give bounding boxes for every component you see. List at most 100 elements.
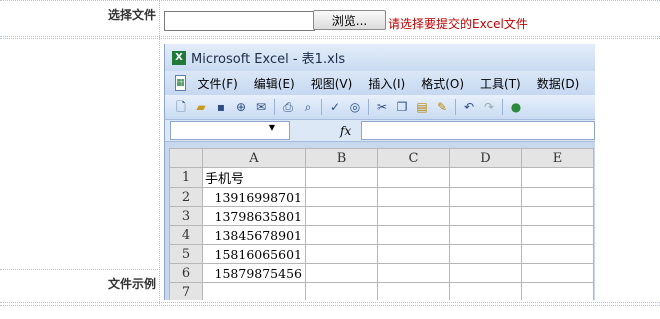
cell — [305, 244, 378, 264]
excel-app-icon: X — [172, 50, 186, 65]
table-row: 3 13798635801 — [169, 206, 594, 226]
top-divider — [0, 0, 660, 1]
cell — [305, 187, 378, 207]
cell — [377, 187, 450, 207]
cell — [521, 206, 594, 226]
cell — [449, 225, 522, 245]
example-label: 文件示例 — [107, 277, 156, 291]
row-header: 2 — [169, 187, 203, 207]
menu-window: 窗 — [587, 75, 595, 92]
toolbar-separator — [321, 99, 322, 115]
bottom-divider-2 — [0, 305, 660, 306]
column-header-a: A — [202, 148, 306, 168]
bottom-divider — [0, 302, 660, 303]
research-icon: ◎ — [349, 100, 361, 114]
cell-a4: 13845678901 — [202, 225, 306, 245]
excel-window-title: Microsoft Excel - 表1.xls — [191, 52, 346, 67]
toolbar-separator — [502, 99, 503, 115]
cell — [521, 263, 594, 283]
spelling-icon: ✓ — [329, 100, 341, 114]
email-icon: ✉ — [255, 100, 267, 114]
cell — [377, 167, 450, 188]
workbook-icon: ▦ — [175, 75, 186, 91]
copy-icon: ❐ — [396, 100, 408, 114]
cell — [377, 206, 450, 226]
toolbar-separator — [455, 99, 456, 115]
redo-icon: ↷ — [483, 100, 495, 114]
row-divider-2 — [0, 38, 660, 39]
toolbar-separator — [274, 99, 275, 115]
row-header: 4 — [169, 225, 203, 245]
column-header-d: D — [449, 148, 522, 168]
cell — [305, 263, 378, 283]
cell — [449, 282, 522, 300]
cell — [377, 244, 450, 264]
file-path-input[interactable] — [164, 11, 315, 31]
file-label: 选择文件 — [107, 8, 156, 22]
formula-input — [361, 121, 595, 140]
menu-file: 文件(F) — [197, 76, 238, 91]
save-icon: ▪ — [216, 100, 226, 114]
toolbar-separator — [368, 99, 369, 115]
print-icon: ⎙ — [283, 100, 293, 114]
excel-formula-bar: ▼ fx — [165, 119, 595, 142]
cell — [305, 282, 378, 300]
cell-a1: 手机号 — [202, 167, 306, 188]
cell — [377, 263, 450, 283]
fx-icon: fx — [340, 123, 352, 138]
cell — [449, 187, 522, 207]
cell-a6: 15879875456 — [202, 263, 306, 283]
hyperlink-icon: ● — [510, 100, 522, 114]
row-header: 1 — [169, 167, 203, 188]
print-preview-icon: ⌕ — [304, 100, 312, 114]
column-header-row: A B C D E — [169, 148, 594, 168]
table-row: 6 15879875456 — [169, 263, 594, 283]
spreadsheet-grid: A B C D E 1 手机号 2 13916998701 3 13798635… — [169, 148, 594, 300]
cell-a3: 13798635801 — [202, 206, 306, 226]
cell-a5: 15816065601 — [202, 244, 306, 264]
cell — [305, 225, 378, 245]
new-file-icon: 🗋 — [176, 100, 186, 114]
row-header: 7 — [169, 282, 203, 300]
excel-toolbar: 🗋 ▰ ▪ ⊕ ✉ ⎙ ⌕ ✓ ◎ ✂ ❐ ▤ ✎ ↶ ↷ ● — [165, 95, 595, 119]
cell — [521, 187, 594, 207]
paste-icon: ▤ — [416, 100, 428, 114]
undo-icon: ↶ — [463, 100, 475, 114]
column-divider — [159, 0, 160, 304]
menu-data: 数据(D) — [536, 76, 580, 91]
permission-icon: ⊕ — [235, 100, 247, 114]
cell — [521, 244, 594, 264]
row-header: 5 — [169, 244, 203, 264]
cell — [449, 167, 522, 188]
row-divider — [0, 36, 660, 37]
table-row: 5 15816065601 — [169, 244, 594, 264]
cell — [305, 167, 378, 188]
format-painter-icon: ✎ — [436, 100, 448, 114]
row-header: 3 — [169, 206, 203, 226]
table-row: 7 — [169, 282, 594, 300]
menu-tools: 工具(T) — [480, 76, 521, 91]
excel-titlebar: X Microsoft Excel - 表1.xls — [165, 44, 595, 71]
cell — [449, 263, 522, 283]
browse-button[interactable]: 浏览... — [313, 10, 386, 30]
column-header-b: B — [305, 148, 378, 168]
cell-a2: 13916998701 — [202, 187, 306, 207]
chevron-down-icon: ▼ — [268, 123, 275, 132]
table-row: 1 手机号 — [169, 167, 594, 188]
column-header-c: C — [377, 148, 450, 168]
table-row: 2 13916998701 — [169, 187, 594, 207]
name-box: ▼ — [170, 121, 290, 140]
cell — [305, 206, 378, 226]
open-folder-icon: ▰ — [196, 100, 206, 114]
select-all-corner — [169, 148, 203, 168]
cell — [449, 206, 522, 226]
row-divider-3 — [0, 269, 160, 270]
menu-insert: 插入(I) — [368, 76, 406, 91]
cell — [521, 282, 594, 300]
cell — [377, 282, 450, 300]
cell-a7 — [202, 282, 306, 300]
column-header-e: E — [521, 148, 594, 168]
table-row: 4 13845678901 — [169, 225, 594, 245]
cell — [521, 225, 594, 245]
menu-format: 格式(O) — [421, 76, 465, 91]
